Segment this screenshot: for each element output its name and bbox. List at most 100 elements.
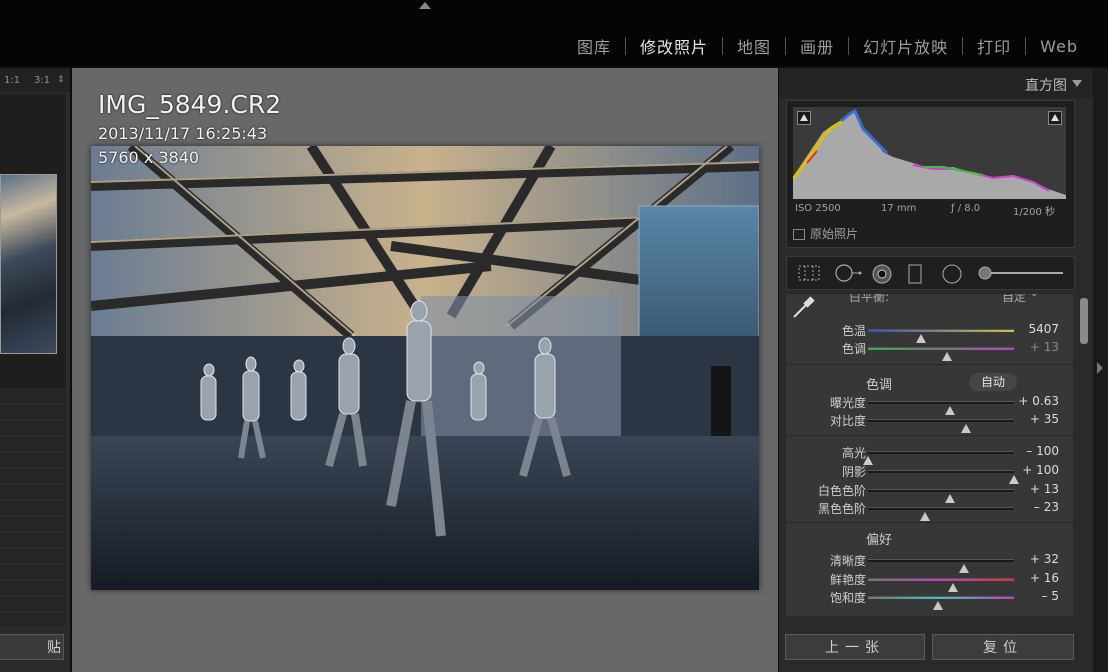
blacks-value[interactable]: – 23 bbox=[1034, 500, 1059, 514]
blacks-label: 黑色色阶 bbox=[817, 502, 866, 516]
temp-label: 色温 bbox=[841, 324, 866, 338]
panel-scrollbar[interactable] bbox=[1080, 298, 1088, 344]
module-slideshow[interactable]: 幻灯片放映 bbox=[849, 34, 962, 58]
paste-button[interactable]: 贴 bbox=[0, 634, 64, 660]
basic-panel: 白平衡: 自定 ⌄ 色温 5407 色调 + 13 色调 自动 曝光度 + 0.… bbox=[786, 294, 1073, 616]
histogram-header[interactable]: 直方图 bbox=[779, 68, 1093, 98]
highlights-value[interactable]: – 100 bbox=[1026, 444, 1059, 458]
shadows-slider[interactable] bbox=[868, 470, 1019, 484]
temp-slider[interactable] bbox=[868, 329, 1014, 343]
tool-strip bbox=[786, 256, 1075, 290]
contrast-slider-thumb[interactable] bbox=[960, 424, 971, 433]
vibrance-label: 鲜艳度 bbox=[829, 573, 866, 587]
photo-filename: IMG_5849.CR2 bbox=[98, 90, 282, 119]
blacks-row: 黑色色阶 – 23 bbox=[786, 498, 1073, 521]
white-balance-eyedropper-icon[interactable] bbox=[790, 295, 816, 321]
photo-datetime: 2013/11/17 16:25:43 bbox=[98, 124, 268, 143]
photo-illustration bbox=[91, 146, 759, 590]
module-book[interactable]: 画册 bbox=[786, 34, 848, 58]
shadow-clipping-icon[interactable] bbox=[797, 111, 811, 125]
adjustment-brush-icon[interactable] bbox=[977, 263, 1067, 283]
tint-row: 色调 + 13 bbox=[786, 338, 1073, 361]
histogram-graph[interactable] bbox=[791, 107, 1066, 199]
saturation-slider[interactable] bbox=[868, 596, 1014, 610]
highlights-row: 高光 – 100 bbox=[786, 442, 1073, 465]
zoom-3-1[interactable]: 3:1 bbox=[34, 75, 50, 86]
histogram-title: 直方图 bbox=[1025, 78, 1067, 94]
vibrance-slider[interactable] bbox=[868, 578, 1014, 592]
right-panel: 直方图 ISO 2500 17 mm ƒ / 8.0 1/200 秒 原始照片 bbox=[779, 68, 1093, 672]
module-develop[interactable]: 修改照片 bbox=[626, 34, 722, 58]
reset-button[interactable]: 复位 bbox=[932, 634, 1074, 660]
radial-filter-icon[interactable] bbox=[941, 263, 963, 285]
highlight-clipping-icon[interactable] bbox=[1048, 111, 1062, 125]
clarity-label: 清晰度 bbox=[829, 554, 866, 568]
contrast-slider[interactable] bbox=[868, 419, 1014, 433]
graduated-filter-icon[interactable] bbox=[907, 263, 923, 285]
module-web[interactable]: Web bbox=[1026, 37, 1092, 56]
white-balance-select[interactable]: 自定 bbox=[1002, 294, 1026, 305]
zoom-1-1[interactable]: 1:1 bbox=[4, 75, 20, 86]
whites-label: 白色色阶 bbox=[817, 484, 866, 498]
photo-image[interactable] bbox=[91, 146, 759, 590]
contrast-row: 对比度 + 35 bbox=[786, 410, 1073, 433]
exif-focal-length: 17 mm bbox=[881, 203, 917, 214]
right-panel-edge[interactable] bbox=[1093, 68, 1108, 672]
blacks-slider-thumb[interactable] bbox=[919, 512, 930, 521]
tint-slider[interactable] bbox=[868, 347, 1014, 361]
spot-removal-icon[interactable] bbox=[833, 263, 863, 283]
previous-button[interactable]: 上一张 bbox=[785, 634, 925, 660]
shadows-label: 阴影 bbox=[841, 465, 866, 479]
original-label: 原始照片 bbox=[810, 227, 859, 241]
section-divider bbox=[786, 522, 1073, 523]
clarity-slider[interactable] bbox=[868, 559, 1014, 573]
collapse-triangle-icon[interactable] bbox=[1072, 80, 1082, 87]
histogram-panel: ISO 2500 17 mm ƒ / 8.0 1/200 秒 原始照片 bbox=[786, 100, 1075, 248]
clarity-value[interactable]: + 32 bbox=[1030, 552, 1059, 566]
module-print[interactable]: 打印 bbox=[963, 34, 1025, 58]
histogram-curves bbox=[791, 108, 1066, 199]
shadows-value[interactable]: + 100 bbox=[1022, 463, 1059, 477]
temp-value[interactable]: 5407 bbox=[1028, 322, 1059, 336]
saturation-slider-thumb[interactable] bbox=[933, 601, 944, 610]
presence-header: 偏好 bbox=[866, 533, 893, 548]
vibrance-value[interactable]: + 16 bbox=[1030, 571, 1059, 585]
navigator-thumbnail[interactable] bbox=[0, 174, 57, 354]
history-list bbox=[0, 388, 66, 626]
exposure-row: 曝光度 + 0.63 bbox=[786, 392, 1073, 415]
original-photo-toggle[interactable]: 原始照片 bbox=[793, 225, 858, 242]
shadows-row: 阴影 + 100 bbox=[786, 461, 1073, 484]
original-checkbox[interactable] bbox=[793, 229, 805, 240]
exposure-label: 曝光度 bbox=[829, 396, 866, 410]
white-balance-label: 白平衡: bbox=[849, 294, 890, 304]
saturation-value[interactable]: – 5 bbox=[1042, 589, 1059, 603]
collapse-top-panel-icon[interactable] bbox=[419, 2, 431, 9]
blacks-slider[interactable] bbox=[868, 507, 1014, 521]
module-picker: 图库 修改照片 地图 画册 幻灯片放映 打印 Web bbox=[563, 34, 1092, 58]
left-panel: 1:1 3:1 ⇕ 贴 bbox=[0, 68, 70, 672]
tint-value[interactable]: + 13 bbox=[1030, 340, 1059, 354]
clarity-row: 清晰度 + 32 bbox=[786, 550, 1073, 573]
chevron-down-icon[interactable]: ⌄ bbox=[1030, 294, 1038, 299]
contrast-value[interactable]: + 35 bbox=[1030, 412, 1059, 426]
crop-overlay-icon[interactable] bbox=[797, 263, 821, 283]
photo-canvas[interactable]: IMG_5849.CR2 2013/11/17 16:25:43 5760 x … bbox=[72, 68, 778, 672]
exif-aperture: ƒ / 8.0 bbox=[951, 203, 981, 214]
exposure-value[interactable]: + 0.63 bbox=[1018, 394, 1059, 408]
highlights-slider[interactable] bbox=[863, 451, 1014, 465]
exif-shutter: 1/200 秒 bbox=[1013, 207, 1055, 218]
tint-slider-thumb[interactable] bbox=[941, 352, 952, 361]
collapse-right-panel-icon[interactable] bbox=[1097, 362, 1103, 374]
section-divider bbox=[786, 364, 1073, 365]
zoom-dropdown-icon[interactable]: ⇕ bbox=[57, 75, 65, 85]
navigator-header: 1:1 3:1 ⇕ bbox=[0, 68, 70, 92]
saturation-row: 饱和度 – 5 bbox=[786, 587, 1073, 610]
bottom-buttons: 上一张 复位 bbox=[779, 630, 1093, 672]
whites-value[interactable]: + 13 bbox=[1030, 482, 1059, 496]
auto-tone-button[interactable]: 自动 bbox=[969, 373, 1017, 391]
module-map[interactable]: 地图 bbox=[723, 34, 785, 58]
module-library[interactable]: 图库 bbox=[563, 34, 625, 58]
exposure-slider[interactable] bbox=[868, 401, 1014, 415]
whites-slider[interactable] bbox=[868, 489, 1014, 503]
red-eye-icon[interactable] bbox=[871, 263, 893, 285]
